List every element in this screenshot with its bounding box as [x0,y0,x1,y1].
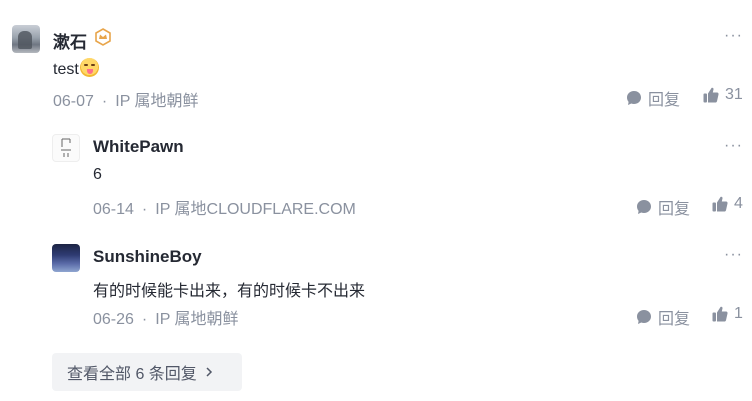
reply-author[interactable]: SunshineBoy [93,247,202,267]
thumbs-up-icon [703,87,719,103]
comment-meta: 06-07 · IP 属地朝鲜 [53,87,199,111]
reply-button[interactable]: 回复 [635,305,690,329]
reply-text: 6 [93,166,102,183]
avatar[interactable] [12,25,40,53]
reply-text: 有的时候能卡出来，有的时候卡不出来 [93,283,366,300]
comment-date: 06-07 [53,93,94,110]
reply-label: 回复 [648,92,681,109]
reply-label: 回复 [658,311,691,328]
like-count: 4 [734,195,743,212]
reply-meta: 06-26 · IP 属地朝鲜 [93,305,239,329]
meta-separator: · [141,311,148,328]
meta-separator: · [101,93,108,110]
like-button[interactable]: 4 [711,195,743,213]
comment-text: test [53,58,99,79]
thumbs-up-icon [712,306,728,322]
chevron-right-icon [206,367,212,377]
like-count: 1 [734,305,743,322]
reply-author[interactable]: WhitePawn [93,137,184,157]
reply-date: 06-14 [93,201,134,218]
reply-ip-location: IP 属地CLOUDFLARE.COM [155,201,356,218]
like-button[interactable]: 31 [702,86,743,104]
view-all-replies-button[interactable]: 查看全部 6 条回复 [52,353,242,391]
reply-label: 回复 [658,201,691,218]
level-badge-icon [95,28,111,46]
yum-face-emoji-icon [79,58,99,77]
avatar[interactable] [52,134,80,162]
comment-bubble-icon [627,91,641,105]
comment-ip-location: IP 属地朝鲜 [115,93,199,110]
meta-separator: · [141,201,148,218]
reply-date: 06-26 [93,311,134,328]
comment-author[interactable]: 漱石 [53,28,87,53]
like-button[interactable]: 1 [711,305,743,323]
view-all-label: 查看全部 6 条回复 [67,366,197,383]
comment-bubble-icon [637,200,651,214]
reply-ip-location: IP 属地朝鲜 [155,311,239,328]
comment-text-value: test [53,61,79,78]
thumbs-up-icon [712,196,728,212]
avatar[interactable] [52,244,80,272]
comment-bubble-icon [637,310,651,324]
reply-button[interactable]: 回复 [635,195,690,219]
more-options-icon[interactable]: ··· [724,27,743,45]
reply-button[interactable]: 回复 [625,86,680,110]
more-options-icon[interactable]: ··· [724,246,743,264]
pixel-avatar-icon [61,138,71,157]
more-options-icon[interactable]: ··· [724,137,743,155]
like-count: 31 [725,86,743,103]
reply-meta: 06-14 · IP 属地CLOUDFLARE.COM [93,195,356,219]
